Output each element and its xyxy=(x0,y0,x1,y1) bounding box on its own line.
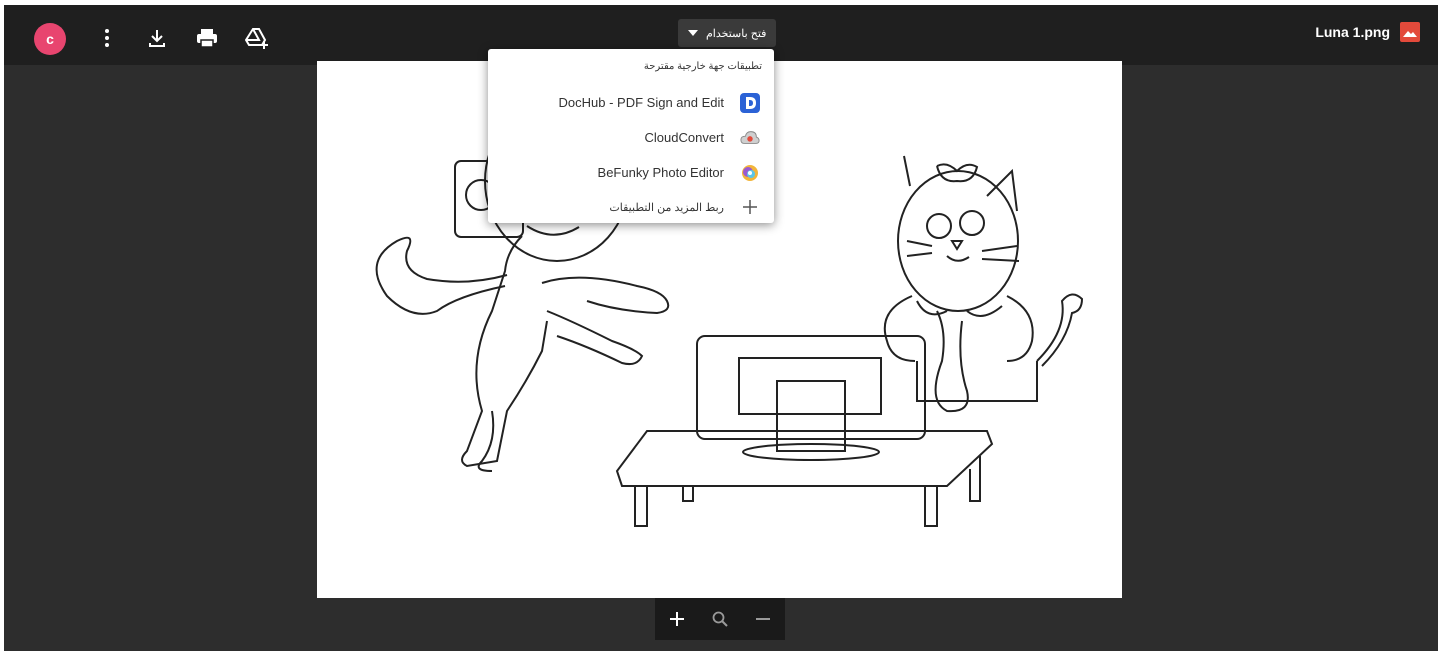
menu-item-label: DocHub - PDF Sign and Edit xyxy=(558,95,724,110)
zoom-in-icon[interactable] xyxy=(663,605,691,633)
zoom-controls xyxy=(655,598,785,640)
chevron-down-icon xyxy=(688,30,698,36)
file-title: Luna 1.png xyxy=(1315,22,1420,42)
menu-item-label: CloudConvert xyxy=(644,130,725,145)
open-with-menu: تطبيقات جهة خارجية مقترحة DocHub - PDF S… xyxy=(488,49,774,223)
print-icon[interactable] xyxy=(194,25,220,51)
add-to-drive-icon[interactable] xyxy=(244,25,270,51)
image-file-icon xyxy=(1400,22,1420,42)
zoom-reset-icon[interactable] xyxy=(706,605,734,633)
plus-icon xyxy=(740,197,760,217)
menu-header: تطبيقات جهة خارجية مقترحة xyxy=(643,61,762,72)
menu-item-connect-more-apps[interactable]: ربط المزيد من التطبيقات xyxy=(488,191,774,223)
menu-item-dochub[interactable]: DocHub - PDF Sign and Edit xyxy=(488,87,774,119)
menu-item-befunky[interactable]: BeFunky Photo Editor xyxy=(488,157,774,189)
menu-item-cloudconvert[interactable]: CloudConvert xyxy=(488,122,774,154)
open-with-button[interactable]: فتح باستخدام xyxy=(678,19,777,47)
befunky-icon xyxy=(740,163,760,183)
avatar[interactable]: c xyxy=(34,23,66,55)
menu-item-label: ربط المزيد من التطبيقات xyxy=(609,202,724,214)
file-viewer: c فتح باستخدام Luna 1.png تطبيقات جهة خا… xyxy=(4,5,1438,651)
open-with-label: فتح باستخدام xyxy=(706,27,767,40)
zoom-out-icon[interactable] xyxy=(749,605,777,633)
more-vert-icon[interactable] xyxy=(94,25,120,51)
cloudconvert-icon xyxy=(740,128,760,148)
menu-item-label: BeFunky Photo Editor xyxy=(597,165,724,180)
download-icon[interactable] xyxy=(144,25,170,51)
dochub-icon xyxy=(740,93,760,113)
file-name: Luna 1.png xyxy=(1315,24,1390,40)
